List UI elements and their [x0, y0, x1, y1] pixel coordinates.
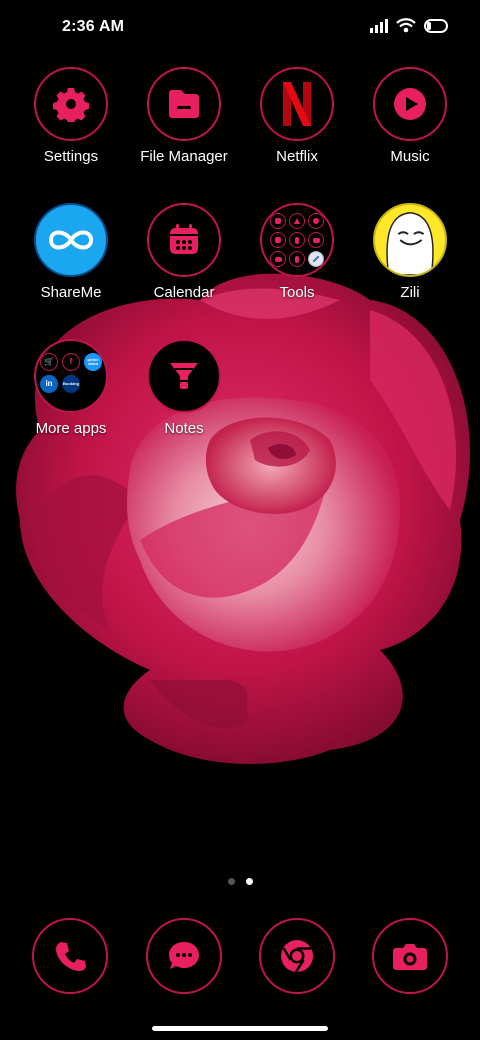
app-zili[interactable]: Zili: [354, 203, 466, 301]
app-label: Music: [390, 148, 430, 165]
app-label: Zili: [400, 284, 420, 301]
file-manager-icon-ring: [147, 67, 221, 141]
camera-icon: [393, 944, 427, 970]
app-label: ShareMe: [40, 284, 102, 301]
mini-app-icon: [289, 251, 305, 267]
notes-icon: [170, 363, 198, 389]
status-time: 2:36 AM: [62, 18, 125, 35]
more-apps-folder-ring: 🛒 f prime video in Booking: [34, 339, 108, 413]
mini-app-icon: [289, 213, 305, 229]
netflix-icon: [283, 82, 311, 126]
facebook-icon: f: [62, 353, 80, 371]
folder-icon: [169, 90, 199, 118]
booking-icon: Booking: [62, 375, 80, 393]
app-calendar[interactable]: Calendar: [128, 203, 240, 301]
app-file-manager[interactable]: File Manager: [128, 67, 240, 165]
netflix-icon-ring: [260, 67, 334, 141]
chat-icon: [169, 942, 199, 969]
tools-folder-ring: [260, 203, 334, 277]
app-label: Notes: [164, 420, 204, 437]
app-label: Settings: [43, 148, 99, 165]
wifi-icon: [396, 18, 416, 33]
notes-icon-ring: [147, 339, 221, 413]
phone-icon: [56, 942, 86, 971]
app-notes[interactable]: Notes: [128, 339, 240, 437]
mini-app-icon: [308, 232, 324, 248]
linkedin-icon: in: [40, 375, 58, 393]
app-settings[interactable]: Settings: [15, 67, 127, 165]
dock-chrome[interactable]: [259, 918, 335, 994]
mini-app-icon: [308, 213, 324, 229]
app-label: File Manager: [140, 148, 228, 165]
dock-camera[interactable]: [372, 918, 448, 994]
home-indicator[interactable]: [152, 1026, 328, 1031]
app-shareme[interactable]: ShareMe: [15, 203, 127, 301]
page-dot-active[interactable]: [245, 878, 253, 885]
page-indicator: [0, 878, 480, 885]
infinity-icon: [48, 230, 94, 250]
settings-icon-ring: [34, 67, 108, 141]
gear-icon: [53, 88, 89, 122]
folder-grid-icon: [270, 213, 324, 267]
zili-icon-ring: [373, 203, 447, 277]
app-label: Calendar: [153, 284, 215, 301]
app-netflix[interactable]: Netflix: [241, 67, 353, 165]
zili-face-icon: [386, 212, 434, 275]
status-bar: 2:36 AM: [0, 0, 480, 56]
app-folder-more-apps[interactable]: 🛒 f prime video in Booking More apps: [15, 339, 127, 437]
chrome-icon: [281, 940, 313, 973]
mini-app-icon: [308, 251, 324, 267]
mini-app-icon: [270, 251, 286, 267]
battery-icon: [424, 18, 448, 33]
app-folder-tools[interactable]: Tools: [241, 203, 353, 301]
prime-video-icon: prime video: [84, 353, 102, 371]
dock-messages[interactable]: [146, 918, 222, 994]
shareme-icon-ring: [34, 203, 108, 277]
mini-app-icon: [270, 232, 286, 248]
mini-app-icon: [289, 232, 305, 248]
status-icons: [370, 18, 450, 33]
page-dot[interactable]: [227, 878, 235, 885]
app-label: Tools: [279, 284, 315, 301]
play-icon: [394, 88, 426, 120]
signal-icon: [370, 18, 388, 33]
shop-icon: 🛒: [40, 353, 58, 371]
mini-app-icon: [270, 213, 286, 229]
music-icon-ring: [373, 67, 447, 141]
dock-phone[interactable]: [32, 918, 108, 994]
folder-grid-icon: 🛒 f prime video in Booking: [40, 353, 102, 393]
app-label: Netflix: [276, 148, 318, 165]
calendar-icon: [170, 224, 198, 254]
app-music[interactable]: Music: [354, 67, 466, 165]
app-label: More apps: [35, 420, 107, 437]
calendar-icon-ring: [147, 203, 221, 277]
